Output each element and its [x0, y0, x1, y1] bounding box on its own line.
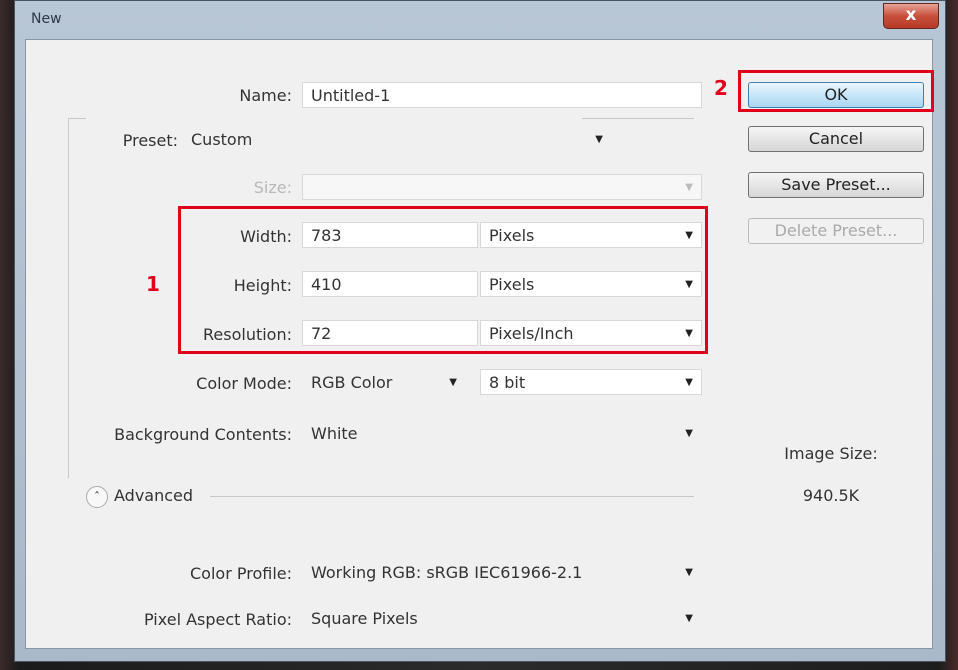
- group-border-top-left: [68, 118, 86, 119]
- pixel-aspect-label: Pixel Aspect Ratio:: [144, 610, 292, 629]
- color-profile-value: Working RGB: sRGB IEC61966-2.1: [311, 563, 583, 582]
- advanced-divider: [210, 496, 694, 497]
- background-contents-label: Background Contents:: [114, 425, 292, 444]
- close-button[interactable]: x: [883, 3, 939, 29]
- bit-depth-dropdown[interactable]: 8 bit ▼: [480, 369, 702, 395]
- ok-highlight-box: [738, 70, 934, 112]
- color-profile-label: Color Profile:: [190, 564, 292, 583]
- chevron-down-icon: ▼: [595, 134, 603, 145]
- dimensions-highlight-box: [178, 206, 708, 354]
- collapse-advanced-icon[interactable]: ˆ: [86, 486, 108, 508]
- size-dropdown: ▼: [302, 174, 702, 200]
- pixel-aspect-dropdown[interactable]: Square Pixels ▼: [302, 605, 702, 631]
- chevron-down-icon: ▼: [449, 377, 457, 388]
- size-label: Size:: [253, 178, 292, 197]
- color-mode-value: RGB Color: [311, 373, 393, 392]
- chevron-down-icon: ▼: [685, 377, 693, 388]
- title-bar[interactable]: New x: [15, 1, 945, 41]
- save-preset-button[interactable]: Save Preset...: [748, 172, 924, 198]
- background-contents-dropdown[interactable]: White ▼: [302, 420, 702, 446]
- annotation-marker-1: 1: [146, 272, 160, 296]
- color-mode-dropdown[interactable]: RGB Color ▼: [302, 369, 466, 395]
- image-size-label: Image Size:: [784, 444, 878, 463]
- delete-preset-button: Delete Preset...: [748, 218, 924, 244]
- chevron-down-icon: ▼: [685, 182, 693, 193]
- preset-dropdown[interactable]: Custom ▼: [182, 126, 612, 152]
- bit-depth-value: 8 bit: [489, 373, 526, 392]
- color-mode-label: Color Mode:: [196, 374, 292, 393]
- background-contents-value: White: [311, 424, 358, 443]
- annotation-marker-2: 2: [714, 76, 728, 100]
- preset-value: Custom: [191, 130, 253, 149]
- preset-label: Preset:: [122, 131, 178, 150]
- pixel-aspect-value: Square Pixels: [311, 609, 418, 628]
- image-size-value: 940.5K: [802, 486, 860, 505]
- chevron-down-icon: ▼: [685, 567, 693, 578]
- chevron-down-icon: ▼: [685, 613, 693, 624]
- group-border-top-right: [582, 118, 694, 119]
- window-title: New: [31, 11, 62, 27]
- color-profile-dropdown[interactable]: Working RGB: sRGB IEC61966-2.1 ▼: [302, 559, 702, 585]
- advanced-label: Advanced: [114, 486, 194, 505]
- name-label: Name:: [239, 86, 292, 105]
- cancel-button[interactable]: Cancel: [748, 126, 924, 152]
- name-field[interactable]: Untitled-1: [302, 82, 702, 108]
- chevron-down-icon: ▼: [685, 428, 693, 439]
- group-border-left: [68, 118, 69, 478]
